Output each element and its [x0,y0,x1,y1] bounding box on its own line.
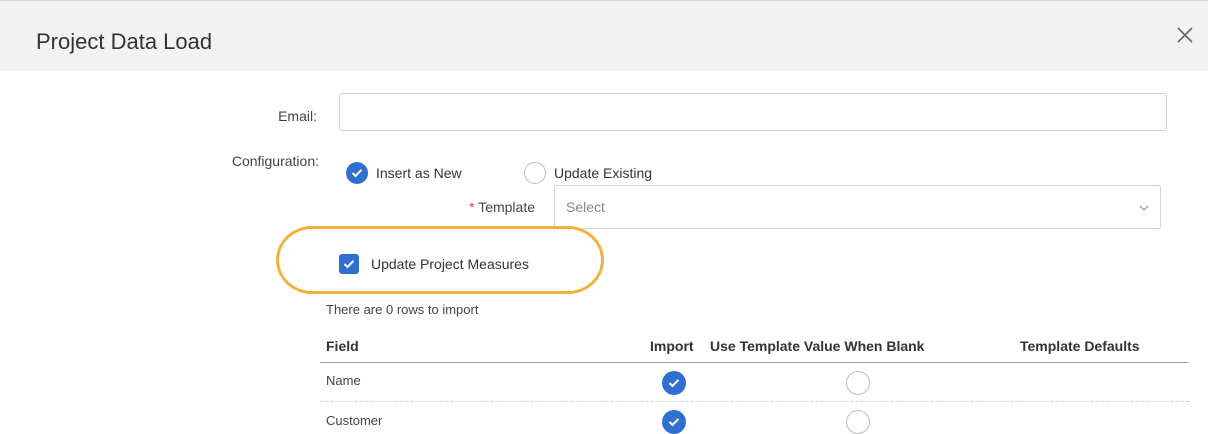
checkmark-icon [343,260,355,269]
radio-insert-as-new-label: Insert as New [376,165,462,181]
checkmark-icon [668,379,680,388]
dialog-header: Project Data Load [0,1,1208,71]
import-checkbox-row-1[interactable] [662,371,686,395]
empty-circle-icon [524,162,546,184]
table-row-field: Name [326,373,361,388]
chevron-down-icon [1139,205,1149,211]
close-icon[interactable] [1173,23,1197,47]
table-header-divider [320,362,1189,363]
update-measures-label: Update Project Measures [371,256,529,272]
dialog-title: Project Data Load [36,29,213,54]
row-divider [320,401,1189,402]
radio-update-existing-label: Update Existing [554,165,653,181]
checked-circle-icon [346,162,368,184]
template-label-text: Template [478,199,535,215]
radio-update-existing[interactable]: Update Existing [524,161,652,185]
template-label: * Template [440,199,535,215]
configuration-label: Configuration: [231,153,319,169]
required-marker: * [469,199,475,215]
update-measures-checkbox[interactable] [339,254,359,274]
template-select[interactable]: Select [554,185,1161,229]
radio-insert-as-new[interactable]: Insert as New [346,161,462,185]
import-checkbox-row-2[interactable] [662,410,686,434]
use-template-checkbox-row-2[interactable] [846,410,870,434]
column-header-template-defaults: Template Defaults [1020,338,1140,354]
template-select-placeholder: Select [566,199,605,215]
column-header-use-template-value: Use Template Value When Blank [710,338,925,354]
email-field[interactable] [339,93,1167,131]
rows-summary: There are 0 rows to import [326,302,479,317]
table-row-field: Customer [326,413,383,428]
checkmark-icon [668,418,680,427]
column-header-field: Field [326,338,359,354]
use-template-checkbox-row-1[interactable] [846,371,870,395]
email-label: Email: [278,108,317,124]
column-header-import: Import [650,338,694,354]
